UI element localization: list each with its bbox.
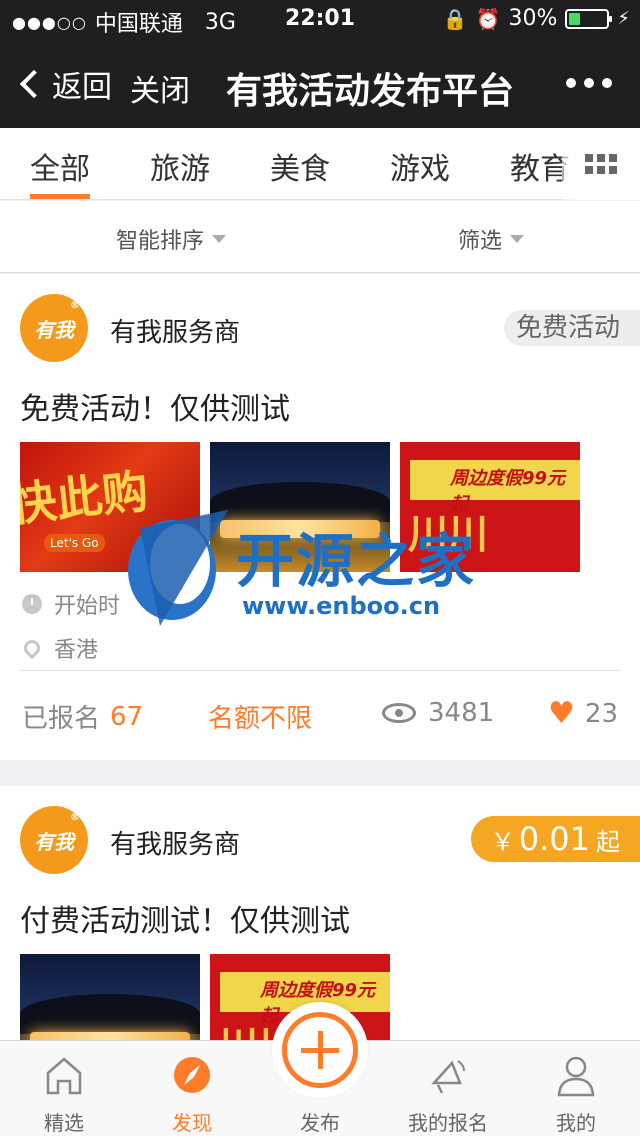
more-dot-icon: [584, 78, 594, 88]
plus-icon: [282, 1012, 358, 1088]
tab-all[interactable]: 全部: [30, 144, 90, 188]
battery-icon: [565, 8, 613, 29]
watermark-logo-icon: [128, 510, 228, 626]
price-amount: 0.01: [518, 820, 590, 858]
nav-bar: 返回 关闭 有我活动发布平台: [0, 40, 640, 128]
start-time-row: 开始时: [22, 588, 120, 620]
all-categories-button[interactable]: [562, 128, 640, 200]
location-pin-icon: [20, 636, 44, 660]
back-label: 返回: [52, 70, 112, 105]
tab-food[interactable]: 美食: [270, 144, 330, 188]
tabbar-label: 我的: [556, 1111, 596, 1135]
charging-icon: ⚡: [617, 8, 630, 29]
avatar: 有我 ®: [20, 806, 88, 874]
more-menu-button[interactable]: [566, 78, 612, 88]
sort-dropdown[interactable]: 智能排序: [116, 223, 227, 255]
provider-name: 有我服务商: [110, 318, 241, 348]
activity-title: 付费活动测试！仅供测试: [20, 904, 350, 939]
watermark-url: www.enboo.cn: [242, 592, 441, 620]
price-badge: ￥ 0.01 起: [470, 816, 640, 862]
more-dot-icon: [602, 78, 612, 88]
chevron-left-icon: [19, 69, 49, 99]
user-icon: [557, 1056, 595, 1097]
close-button[interactable]: 关闭: [130, 66, 190, 110]
sort-label: 智能排序: [116, 229, 205, 254]
category-tabs: 全部 旅游 美食 游戏 教育: [0, 128, 640, 200]
filter-dropdown[interactable]: 筛选: [458, 223, 525, 255]
avatar-text: 有我: [34, 829, 74, 854]
page-title: 有我活动发布平台: [226, 71, 515, 112]
home-icon: [46, 1057, 82, 1095]
status-badge: 免费活动: [503, 310, 640, 346]
tabbar-label: 我的报名: [408, 1111, 488, 1135]
watermark: 开源之家 www.enboo.cn: [120, 508, 524, 628]
quota-label: 名额不限: [208, 704, 313, 734]
location-row: 香港: [20, 632, 99, 664]
registered-number: 67: [110, 701, 144, 732]
avatar-text: 有我: [34, 317, 74, 342]
clock-icon: [22, 594, 42, 614]
provider-name: 有我服务商: [110, 830, 241, 860]
grid-icon: [585, 154, 617, 174]
back-button[interactable]: 返回: [18, 62, 112, 106]
tabbar-label: 发现: [172, 1111, 212, 1135]
view-count: 3481: [382, 698, 494, 728]
avatar: 有我 ®: [20, 294, 88, 362]
registered-label: 已报名: [22, 704, 101, 734]
active-tab-indicator: [30, 194, 90, 199]
filter-label: 筛选: [458, 229, 503, 254]
publish-button[interactable]: [272, 1002, 368, 1098]
more-dot-icon: [566, 78, 576, 88]
activity-title: 免费活动！仅供测试: [20, 392, 290, 427]
tab-games[interactable]: 游戏: [390, 144, 450, 188]
megaphone-icon: [431, 1060, 465, 1094]
compass-icon: [174, 1057, 210, 1093]
status-bar: ●●●○○ 中国联通 3G 22:01 🔒 ⏰ 30% ⚡: [0, 0, 640, 40]
eye-icon: [382, 703, 416, 723]
divider: [20, 670, 620, 671]
tabbar-label: 精选: [44, 1111, 84, 1135]
triangle-down-icon: [212, 235, 227, 243]
tabbar-label: 发布: [300, 1111, 340, 1135]
view-number: 3481: [428, 698, 495, 728]
triangle-down-icon: [510, 235, 525, 243]
heart-icon: ♥: [548, 696, 575, 731]
image-tag: Let's Go: [44, 534, 105, 552]
page: ●●●○○ 中国联通 3G 22:01 🔒 ⏰ 30% ⚡ 返回 关闭 有我活动…: [0, 0, 640, 1136]
like-button[interactable]: ♥ 23: [548, 696, 618, 731]
price-suffix: 起: [596, 828, 620, 856]
alarm-icon: ⏰: [475, 6, 501, 31]
watermark-text: 开源之家: [236, 527, 477, 595]
registered-count: 已报名 67: [22, 698, 143, 735]
filter-bar: 智能排序 筛选: [0, 201, 640, 273]
like-number: 23: [584, 698, 618, 729]
location-text: 香港: [54, 638, 99, 663]
battery-percent: 30%: [508, 6, 558, 31]
price-currency: ￥: [490, 828, 515, 856]
start-time-label: 开始时: [54, 594, 121, 619]
rotation-lock-icon: 🔒: [442, 6, 468, 31]
tab-education[interactable]: 教育: [510, 144, 570, 188]
tab-travel[interactable]: 旅游: [150, 144, 210, 188]
